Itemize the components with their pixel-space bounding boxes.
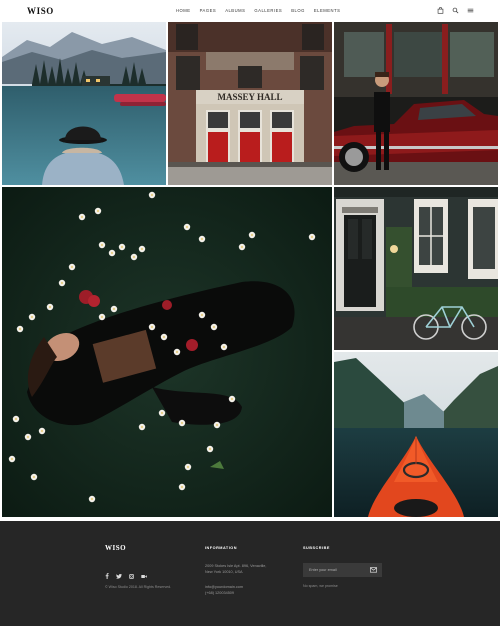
- envelope-icon[interactable]: [370, 567, 377, 573]
- house-door-bicycle-photo[interactable]: [334, 187, 498, 350]
- site-footer: [0, 521, 500, 626]
- social-links: [105, 573, 147, 581]
- vimeo-icon[interactable]: [141, 574, 147, 581]
- twitter-icon[interactable]: [116, 573, 122, 581]
- header-icons: [437, 7, 474, 14]
- shopping-bag-icon[interactable]: [437, 7, 444, 14]
- footer-logo[interactable]: WISO: [105, 544, 126, 552]
- email-placeholder: Enter your email: [309, 568, 337, 572]
- site-header: WISO HOME PAGES ALBUMS GALLERIES BLOG EL…: [0, 0, 500, 22]
- nav-blog[interactable]: BLOG: [291, 8, 305, 13]
- facebook-icon[interactable]: [105, 573, 109, 581]
- search-icon[interactable]: [452, 7, 459, 14]
- contact-phone: (+68) 120034509: [205, 591, 235, 595]
- massey-hall-sign: MASSEY HALL: [218, 92, 283, 102]
- address-line2: New York 10010, USA: [205, 570, 243, 574]
- kayak-fjord-photo[interactable]: [334, 352, 498, 517]
- man-with-red-car-photo[interactable]: [334, 22, 498, 185]
- subscribe-heading: SUBSCRIBE: [303, 546, 330, 550]
- menu-icon[interactable]: [467, 7, 474, 14]
- subscribe-note: No spam, we promise: [303, 584, 338, 588]
- nav-elements[interactable]: ELEMENTS: [314, 8, 341, 13]
- instagram-icon[interactable]: [129, 573, 134, 581]
- main-nav: HOME PAGES ALBUMS GALLERIES BLOG ELEMENT…: [176, 8, 340, 13]
- information-heading: INFORMATION: [205, 546, 238, 550]
- copyright-text: © Wiso Studio 2018. All Rights Reserved.: [105, 585, 172, 589]
- nav-pages[interactable]: PAGES: [200, 8, 217, 13]
- nav-albums[interactable]: ALBUMS: [225, 8, 245, 13]
- subscribe-email-input[interactable]: Enter your email: [303, 563, 382, 577]
- nav-galleries[interactable]: GALLERIES: [254, 8, 282, 13]
- lake-with-hat-photo[interactable]: [2, 22, 166, 185]
- woman-floating-flowers-photo[interactable]: [2, 187, 332, 517]
- site-logo[interactable]: WISO: [27, 6, 54, 16]
- nav-home[interactable]: HOME: [176, 8, 191, 13]
- massey-hall-building-photo[interactable]: MASSEY HALL: [168, 22, 332, 185]
